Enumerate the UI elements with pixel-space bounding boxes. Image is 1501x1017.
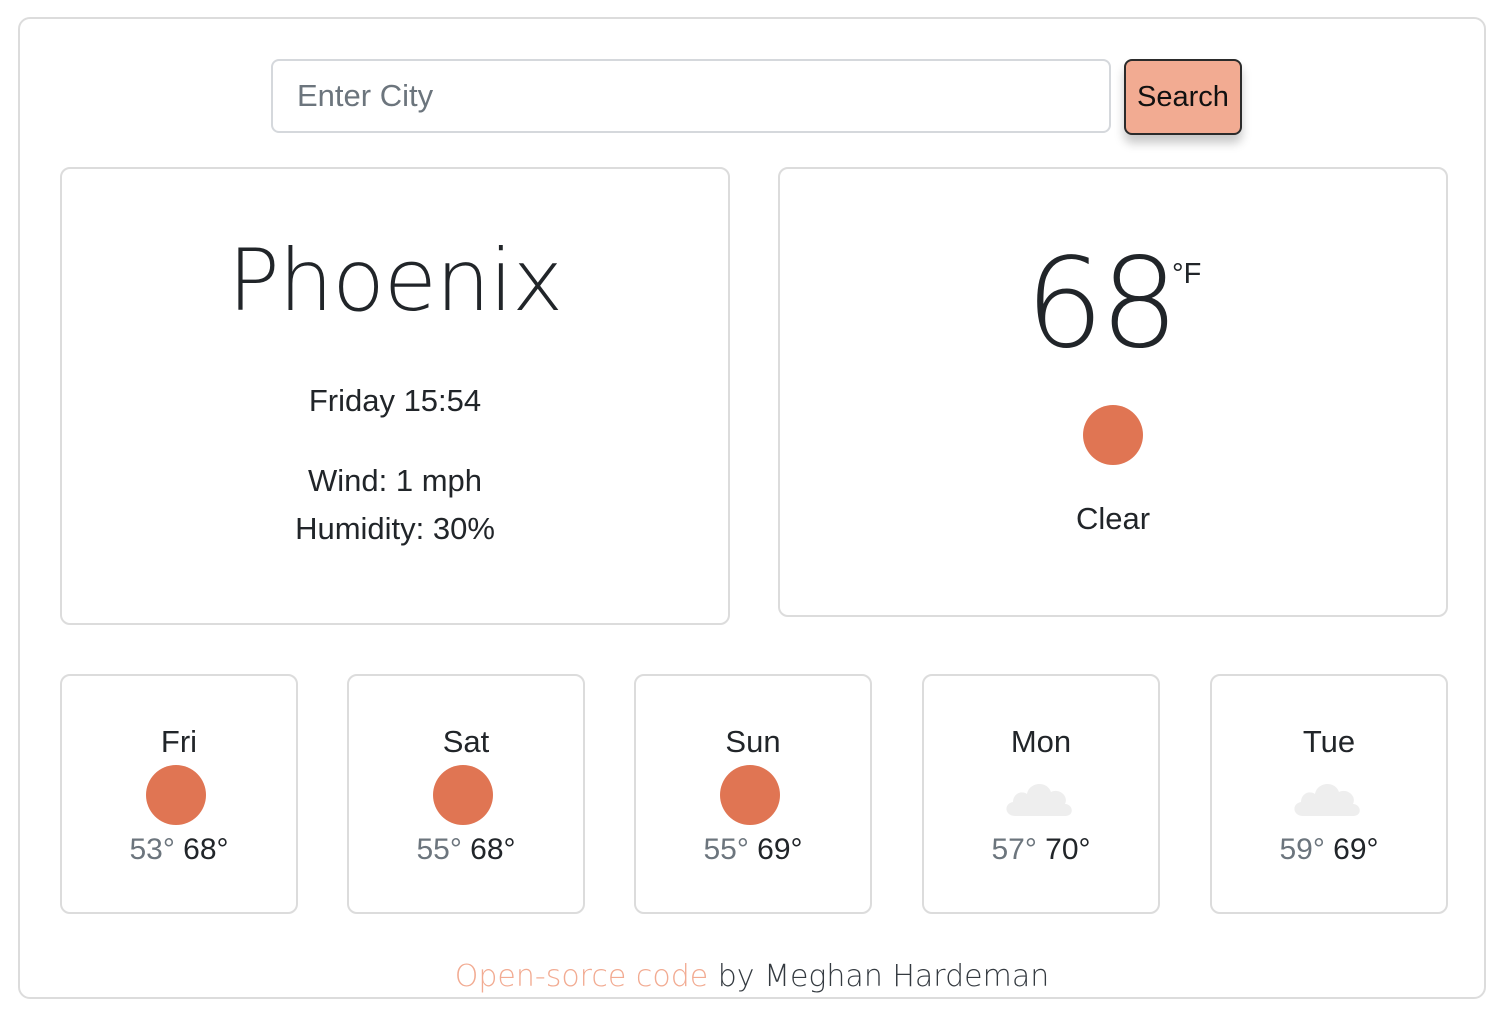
temperature-display: 68 °F xyxy=(780,239,1446,369)
current-temperature-card: 68 °F Clear xyxy=(778,167,1448,617)
forecast-low: 59° xyxy=(1279,833,1325,866)
forecast-high: 68° xyxy=(470,833,516,866)
current-datetime: Friday 15:54 xyxy=(308,383,482,418)
sun-icon xyxy=(433,765,493,825)
forecast-low: 57° xyxy=(991,833,1037,866)
city-search-input[interactable] xyxy=(271,59,1111,133)
forecast-day-name: Tue xyxy=(1302,724,1356,759)
forecast-day-name: Sat xyxy=(442,724,490,759)
weather-app: Search Phoenix Friday 15:54 Wind: 1 mph … xyxy=(18,17,1486,999)
weather-condition: Clear xyxy=(1075,501,1151,536)
forecast-temps: 55° 68° xyxy=(349,830,583,870)
humidity: Humidity: 30% xyxy=(295,511,495,546)
forecast-day-name: Mon xyxy=(1010,724,1072,759)
forecast-low: 55° xyxy=(703,833,749,866)
forecast-temps: 59° 69° xyxy=(1212,830,1446,870)
forecast-day-card: Sat 55° 68° xyxy=(347,674,585,914)
temperature-unit: °F xyxy=(1172,258,1202,290)
forecast-high: 69° xyxy=(757,833,803,866)
forecast-temps: 57° 70° xyxy=(924,830,1158,870)
city-name: Phoenix xyxy=(227,231,563,331)
forecast-high: 70° xyxy=(1045,833,1091,866)
cloud-icon xyxy=(1006,783,1072,816)
footer-author: by Meghan Hardeman xyxy=(708,959,1050,994)
temperature-value: 68 xyxy=(1025,232,1179,376)
forecast-high: 69° xyxy=(1333,833,1379,866)
forecast-day-name: Sun xyxy=(725,724,781,759)
sun-icon xyxy=(720,765,780,825)
wind-speed: Wind: 1 mph xyxy=(307,463,482,498)
forecast-day-card: Tue 59° 69° xyxy=(1210,674,1448,914)
forecast-day-card: Mon 57° 70° xyxy=(922,674,1160,914)
sun-icon xyxy=(1083,405,1143,465)
forecast-low: 55° xyxy=(416,833,462,866)
forecast-temps: 55° 69° xyxy=(636,830,870,870)
cloud-icon xyxy=(1294,783,1360,816)
footer: Open-sorce code by Meghan Hardeman xyxy=(20,957,1484,997)
forecast-day-name: Fri xyxy=(160,724,198,759)
forecast-temps: 53° 68° xyxy=(62,830,296,870)
sun-icon xyxy=(146,765,206,825)
forecast-low: 53° xyxy=(129,833,175,866)
source-code-link[interactable]: Open-sorce code xyxy=(455,959,708,994)
search-button[interactable]: Search xyxy=(1124,59,1242,135)
forecast-high: 68° xyxy=(183,833,229,866)
forecast-day-card: Fri 53° 68° xyxy=(60,674,298,914)
forecast-day-card: Sun 55° 69° xyxy=(634,674,872,914)
city-info-card: Phoenix Friday 15:54 Wind: 1 mph Humidit… xyxy=(60,167,730,625)
